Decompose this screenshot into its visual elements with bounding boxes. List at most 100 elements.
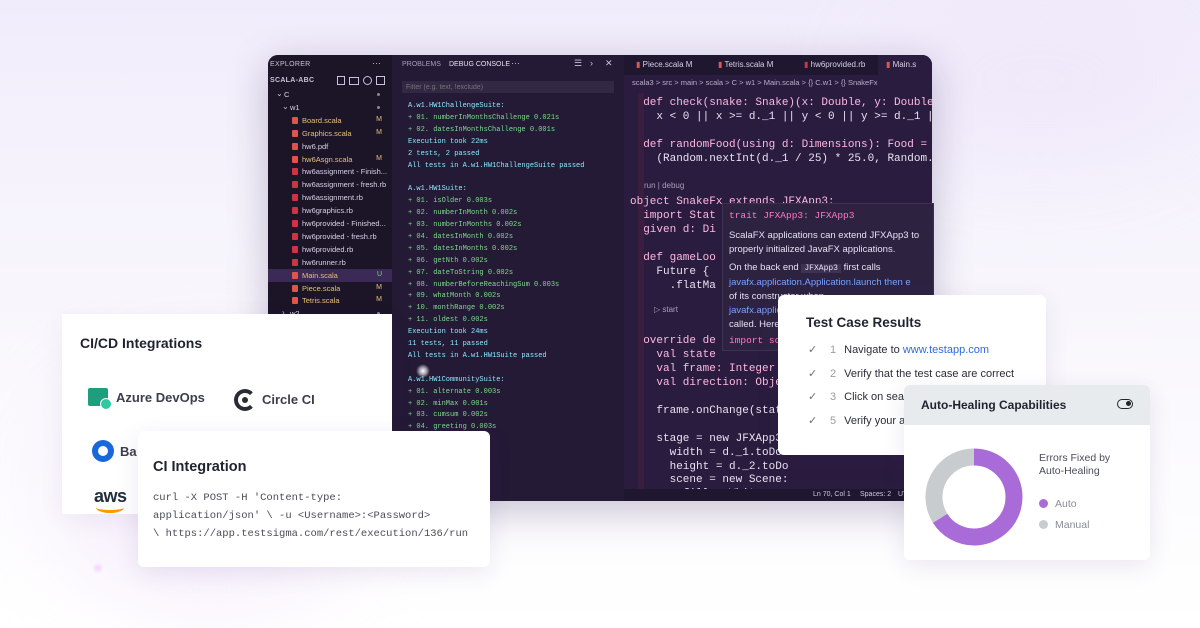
tree-item[interactable]: hw6assignment - fresh.rb: [268, 178, 392, 191]
azure-devops-label: Azure DevOps: [116, 390, 205, 405]
console-line: + 03. numberInMonths 0.002s: [408, 221, 522, 229]
console-line: + 08. numberBeforeReachingSum 0.003s: [408, 280, 560, 289]
tree-item-label: Main.scala: [302, 270, 338, 280]
test-step[interactable]: ✓ 2 Verify that the test case are correct: [808, 368, 1014, 380]
tree-item[interactable]: Piece.scala M: [268, 282, 392, 295]
console-line: + 11. oldest 0.002s: [408, 316, 488, 325]
tree-item[interactable]: ⌄ w1: [268, 101, 392, 114]
workspace-name[interactable]: SCALA-ABC: [270, 77, 314, 84]
tree-item[interactable]: Tetris.scala M: [268, 294, 392, 307]
status-indentation[interactable]: Spaces: 2: [860, 491, 891, 498]
hover-doc-line: called. Here i: [729, 319, 785, 330]
tree-item-label: C: [284, 90, 290, 99]
step-number: 1: [830, 344, 837, 356]
explorer-title: EXPLORER: [270, 61, 311, 68]
file-icon: [292, 194, 298, 202]
code-line: val frame: Integer: [630, 363, 776, 376]
hover-doc-line: properly initialized JavaFX applications…: [729, 244, 896, 255]
new-folder-icon[interactable]: [349, 77, 359, 85]
chart-title: Errors Fixed by Auto-Healing: [1039, 452, 1111, 477]
check-icon: ✓: [808, 414, 818, 427]
azure-devops-item[interactable]: Azure DevOps: [88, 386, 228, 410]
tree-item[interactable]: ⌄ C: [268, 88, 392, 101]
step-link[interactable]: www.testapp.com: [903, 344, 989, 356]
console-line: All tests in A.w1.HW1Suite passed: [408, 351, 547, 360]
tree-item-label: hw6assignment - fresh.rb: [302, 180, 387, 190]
tree-item-label: hw6assignment.rb: [302, 193, 363, 203]
tree-item[interactable]: hw6provided - fresh.rb: [268, 230, 392, 243]
console-line: A.w1.HW1Suite:: [408, 185, 467, 194]
new-file-icon[interactable]: [337, 76, 345, 85]
tree-item[interactable]: hw6.pdf: [268, 140, 392, 153]
status-dot-icon: [377, 105, 380, 109]
tree-item[interactable]: hw6assignment.rb: [268, 191, 392, 204]
circle-ci-item[interactable]: Circle CI: [234, 388, 354, 412]
tree-item[interactable]: hw6provided.rb: [268, 243, 392, 256]
sparkle-icon: [416, 364, 430, 378]
tree-item[interactable]: hw6assignment - Finish...: [268, 165, 392, 178]
console-line: + 06. getNth 0.002s: [408, 256, 488, 265]
tree-item-label: Graphics.scala: [302, 128, 352, 138]
test-step[interactable]: ✓ 1 Navigate to www.testapp.com: [808, 344, 989, 356]
hover-signature: trait JFXApp3: JFXApp3: [729, 210, 855, 221]
breadcrumb[interactable]: scala3 > src > main > scala > C > w1 > M…: [632, 78, 878, 87]
step-number: 3: [830, 391, 837, 403]
file-icon: [292, 142, 298, 150]
clear-console-icon[interactable]: ☰: [574, 58, 582, 69]
editor-tab[interactable]: ▮ hw6provided.rb: [804, 55, 865, 75]
ci-integration-title: CI Integration: [153, 459, 247, 475]
tree-item[interactable]: hw6provided - Finished...: [268, 217, 392, 230]
tab-problems[interactable]: PROBLEMS: [402, 61, 441, 68]
code-line: val state: [630, 349, 716, 362]
tree-item[interactable]: hw6Asgn.scala M: [268, 153, 392, 166]
circle-ci-dot: [242, 397, 248, 403]
console-line: + 02. numberInMonth 0.002s: [408, 209, 518, 218]
chevron-down-icon[interactable]: ⌄: [282, 102, 289, 111]
filter-input[interactable]: [402, 81, 614, 93]
more-icon[interactable]: ···: [511, 58, 520, 68]
check-icon: ✓: [808, 344, 818, 356]
tree-item-label: Piece.scala: [302, 283, 341, 293]
console-line: Execution took 24ms: [408, 328, 488, 337]
codelens-start[interactable]: ▷ start: [654, 305, 678, 314]
file-icon: [292, 245, 298, 253]
code-line: val direction: Obje: [630, 377, 782, 390]
tree-item[interactable]: Board.scala M: [268, 114, 392, 127]
code-line: width = d._1.toDo: [630, 446, 782, 459]
chevron-down-icon[interactable]: ⌄: [276, 89, 283, 98]
toggle-knob: [1126, 401, 1131, 406]
chevron-right-icon[interactable]: ›: [590, 58, 593, 68]
file-icon: [292, 207, 298, 215]
tree-item[interactable]: hw6graphics.rb: [268, 204, 392, 217]
tree-item[interactable]: hw6runner.rb: [268, 256, 392, 269]
tree-item-label: hw6Asgn.scala: [302, 154, 353, 164]
test-step[interactable]: ✓ 5 Verify your ac: [808, 415, 911, 427]
hover-doc-link[interactable]: javafx.application.Application.launch th…: [729, 277, 911, 288]
codelens-run-debug[interactable]: run | debug: [644, 181, 684, 190]
cicd-title: CI/CD Integrations: [80, 335, 203, 351]
console-line: + 10. monthRange 0.002s: [408, 304, 505, 313]
tree-item-label: w1: [290, 102, 300, 112]
toggle-switch[interactable]: [1117, 399, 1133, 409]
step-text: Verify your ac: [844, 414, 911, 427]
tree-item[interactable]: Main.scala U: [268, 268, 392, 282]
git-status-badge: M: [376, 296, 382, 304]
status-cursor-position[interactable]: Ln 70, Col 1: [813, 491, 851, 498]
console-line: + 03. cumsum 0.002s: [408, 411, 488, 420]
tree-item-label: hw6provided.rb: [302, 244, 354, 254]
code-line: height = d._2.toDo: [630, 460, 789, 473]
editor-tab-active[interactable]: ▮ Main.s: [878, 55, 932, 75]
tab-debug-console[interactable]: DEBUG CONSOLE: [449, 61, 510, 68]
refresh-icon[interactable]: [363, 76, 372, 85]
ci-code-line: application/json' \ -u <Username>:<Passw…: [153, 510, 431, 522]
collapse-icon[interactable]: [376, 76, 385, 85]
console-line: 2 tests, 2 passed: [408, 149, 480, 158]
test-step[interactable]: ✓ 3 Click on sear: [808, 391, 908, 403]
close-icon[interactable]: ✕: [605, 58, 613, 69]
editor-tab[interactable]: ▮ Piece.scala M: [636, 55, 692, 75]
editor-tab[interactable]: ▮ Tetris.scala M: [718, 55, 773, 75]
file-icon: [292, 155, 298, 163]
tree-item[interactable]: Graphics.scala M: [268, 127, 392, 140]
more-icon[interactable]: ···: [372, 58, 381, 68]
sparkle-icon: [92, 562, 104, 574]
